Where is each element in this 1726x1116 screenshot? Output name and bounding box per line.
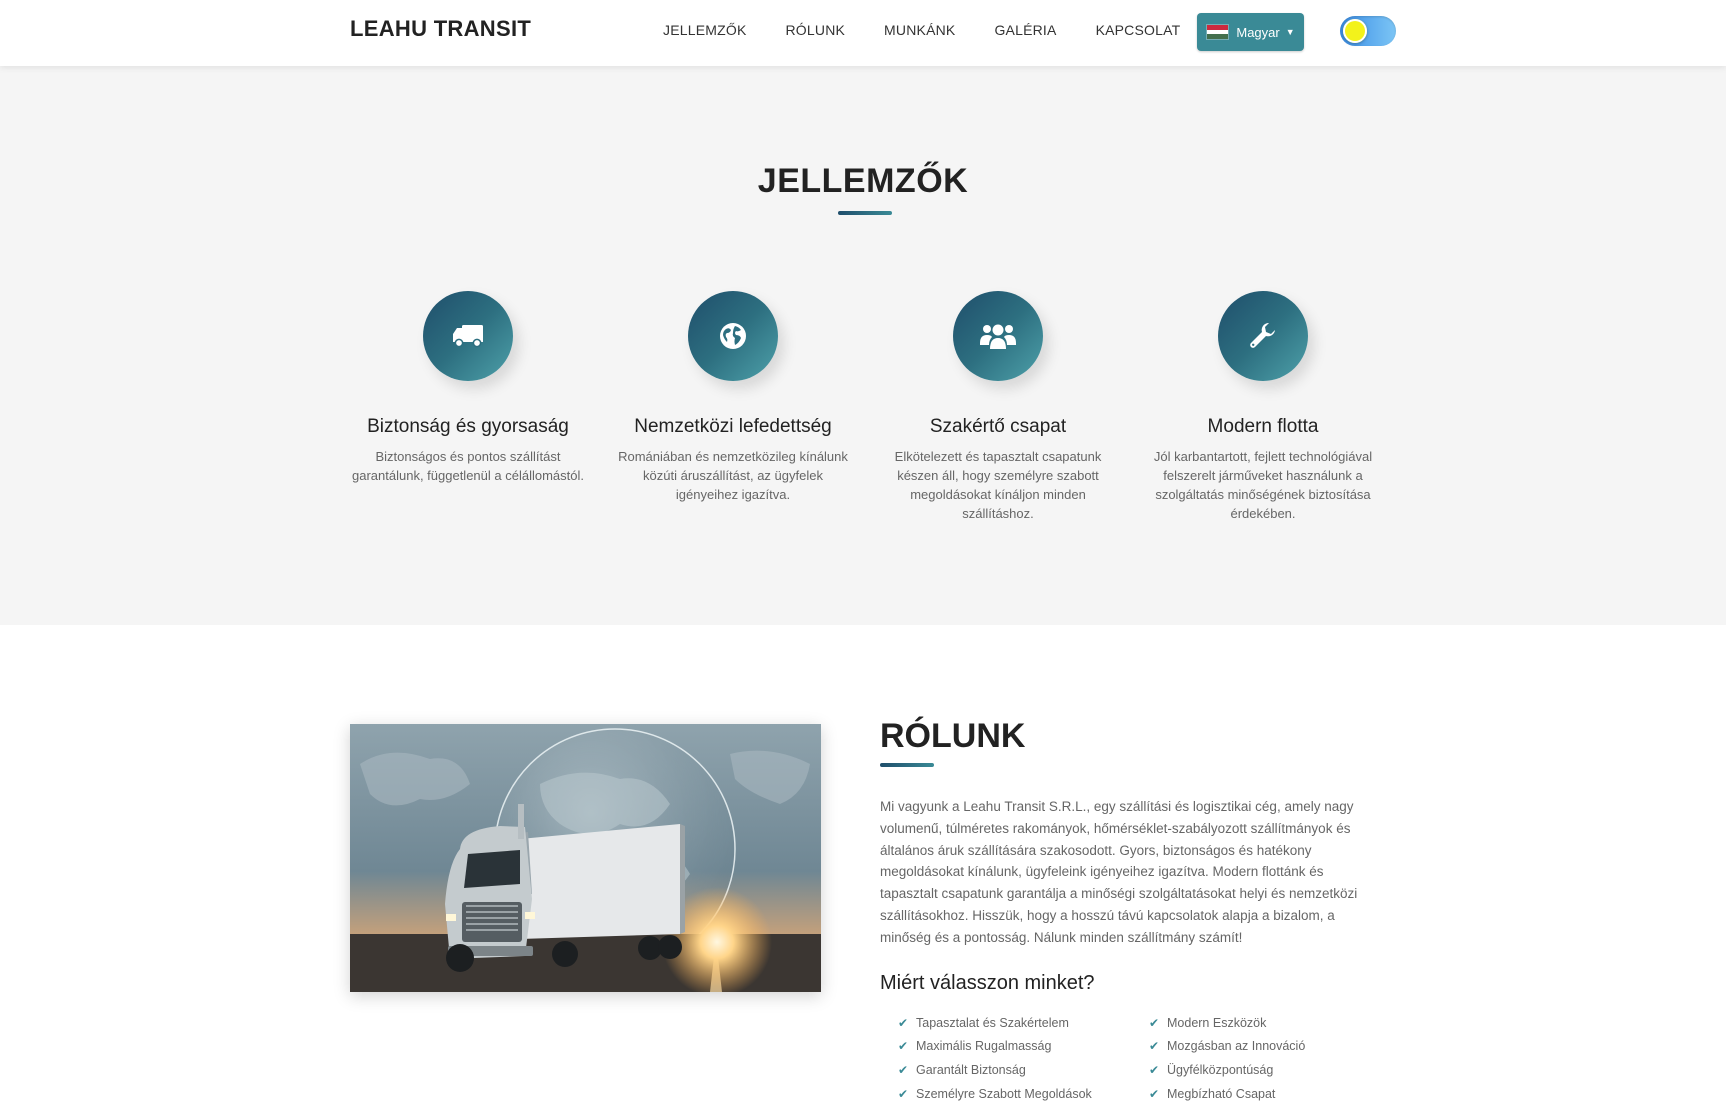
list-item: ✔ Garantált Biztonság [898,1062,1026,1077]
list-item: ✔ Megbízható Csapat [1149,1086,1276,1101]
check-icon: ✔ [1149,1086,1160,1101]
check-icon: ✔ [898,1062,909,1077]
why-choose-us-title: Miért válasszon minket? [880,972,1095,994]
feature-card: Szakértő csapat Elkötelezett és tapaszta… [873,291,1123,523]
feature-title: Szakértő csapat [929,416,1067,437]
truck-icon [423,291,513,381]
title-underline [880,763,934,767]
feature-description: Jól karbantartott, fejlett technológiáva… [1153,449,1373,521]
why-list-right: ✔ Modern Eszközök ✔ Mozgásban az Innováció… [1149,1011,1389,1105]
check-icon: ✔ [1149,1039,1160,1054]
caret-down-icon: ▼ [1285,27,1295,37]
feature-title: Nemzetközi lefedettség [634,416,832,437]
truck-globe-image [350,724,821,992]
about-title: RÓLUNK [880,717,1026,755]
feature-description: Biztonságos és pontos szállítást garantá… [352,449,584,483]
check-icon: ✔ [898,1039,909,1054]
sun-toggle-icon [1343,19,1367,43]
about-section: RÓLUNK Mi vagyunk a Leahu Transit S.R.L.… [0,625,1726,1116]
nav-link-jellemzok[interactable]: JELLEMZŐK [663,22,747,38]
nav-link-galeria[interactable]: GALÉRIA [994,22,1056,38]
why-list-left: ✔ Tapasztalat és Szakértelem ✔ Maximális R… [898,1011,1138,1105]
list-item: ✔ Ügyfélközpontúság [1149,1062,1274,1077]
brand-logo[interactable]: LEAHU TRANSIT [350,16,531,42]
language-label: Magyar [1236,24,1280,40]
feature-card: Biztonság és gyorsaság Biztonságos és po… [343,291,593,485]
navbar: LEAHU TRANSIT JELLEMZŐK RÓLUNK MUNKÁNK G… [0,0,1726,66]
globe-icon [688,291,778,381]
wrench-icon [1218,291,1308,381]
list-item: ✔ Modern Eszközök [1149,1015,1267,1030]
check-icon: ✔ [1149,1062,1160,1077]
title-underline [838,211,892,215]
list-item: ✔ Maximális Rugalmasság [898,1039,1052,1054]
check-icon: ✔ [898,1015,909,1030]
check-icon: ✔ [898,1086,909,1101]
list-item: ✔ Személyre Szabott Megoldások [898,1086,1092,1101]
feature-description: Romániában és nemzetközileg kínálunk köz… [618,449,848,502]
check-icon: ✔ [1149,1015,1160,1030]
about-paragraph: Mi vagyunk a Leahu Transit S.R.L., egy s… [880,799,1358,945]
hungarian-flag-icon [1206,24,1230,40]
theme-toggle[interactable] [1340,16,1396,46]
feature-title: Biztonság és gyorsaság [367,416,569,437]
list-item: ✔ Tapasztalat és Szakértelem [898,1015,1069,1030]
feature-title: Modern flotta [1207,416,1319,437]
list-item: ✔ Mozgásban az Innováció [1149,1039,1306,1054]
feature-card: Nemzetközi lefedettség Romániában és nem… [608,291,858,504]
language-dropdown-button[interactable]: Magyar ▼ [1197,13,1304,51]
feature-description: Elkötelezett és tapasztalt csapatunk kés… [894,449,1102,521]
features-title: JELLEMZŐK [757,162,969,200]
feature-card: Modern flotta Jól karbantartott, fejlett… [1138,291,1388,523]
features-section: JELLEMZŐK Biztonság és gyorsaság Biztons… [0,66,1726,625]
nav-links: JELLEMZŐK RÓLUNK MUNKÁNK GALÉRIA KAPCSOL… [663,22,1219,38]
nav-link-kapcsolat[interactable]: KAPCSOLAT [1096,22,1181,38]
nav-link-rolunk[interactable]: RÓLUNK [786,22,846,38]
nav-link-munkank[interactable]: MUNKÁNK [884,22,955,38]
team-icon [953,291,1043,381]
